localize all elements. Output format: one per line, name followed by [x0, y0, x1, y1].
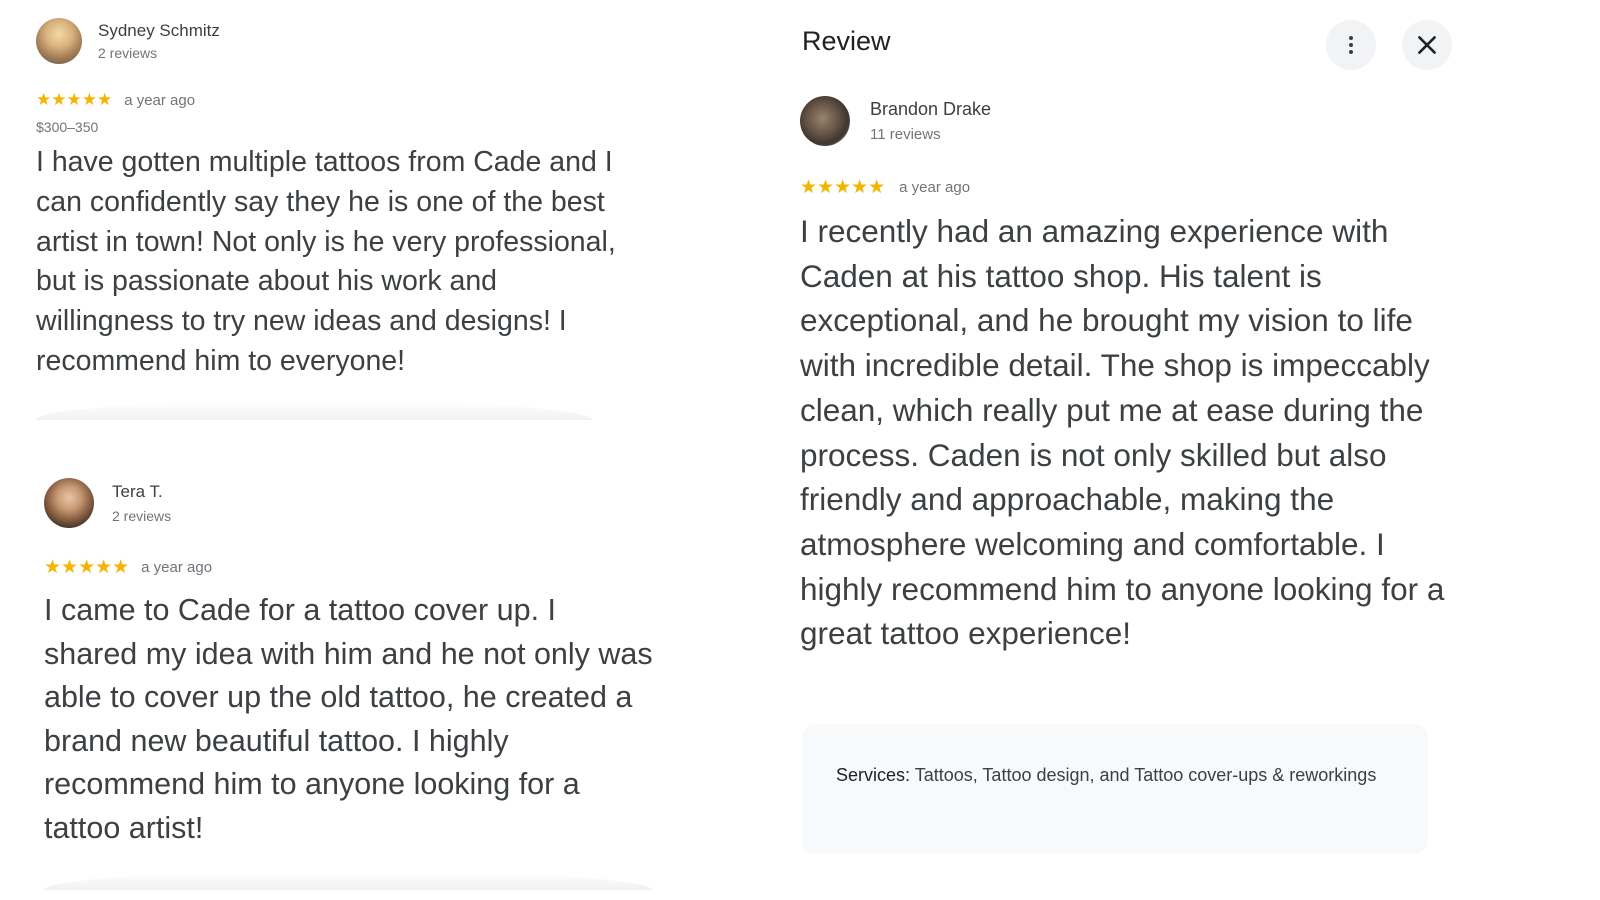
- review-text: I recently had an amazing experience wit…: [800, 213, 1445, 652]
- reviewer-name[interactable]: Sydney Schmitz: [98, 21, 220, 41]
- review-date: a year ago: [124, 91, 196, 109]
- reviewer-review-count: 11 reviews: [870, 126, 941, 143]
- divider: [44, 872, 652, 890]
- review-card[interactable]: Sydney Schmitz 2 reviews ★★★★★ a year ag…: [36, 18, 636, 382]
- panel-title: Review: [802, 26, 891, 56]
- review-text: I came to Cade for a tattoo cover up. I …: [44, 593, 653, 845]
- more-vert-icon: [1349, 36, 1353, 54]
- avatar[interactable]: [44, 478, 94, 528]
- services-label: Services:: [836, 765, 911, 785]
- star-rating: ★★★★★: [36, 90, 113, 109]
- reviewer-header: Tera T. 2 reviews: [44, 478, 664, 528]
- reviewer-meta: Sydney Schmitz 2 reviews: [98, 21, 220, 61]
- star-rating: ★★★★★: [800, 177, 886, 198]
- more-options-button[interactable]: [1326, 20, 1376, 70]
- reviewer-header: Brandon Drake 11 reviews: [800, 96, 1450, 146]
- divider: [36, 402, 592, 420]
- reviews-screen: Sydney Schmitz 2 reviews ★★★★★ a year ag…: [0, 0, 1600, 900]
- reviewer-review-count: 2 reviews: [98, 45, 158, 61]
- reviewer-header: Sydney Schmitz 2 reviews: [36, 18, 636, 64]
- review-date: a year ago: [141, 559, 213, 576]
- avatar[interactable]: [36, 18, 82, 64]
- reviewer-meta: Tera T. 2 reviews: [112, 482, 171, 524]
- review-date: a year ago: [899, 179, 971, 196]
- reviewer-name[interactable]: Tera T.: [112, 482, 171, 502]
- services-value: Tattoos, Tattoo design, and Tattoo cover…: [914, 765, 1377, 785]
- close-button[interactable]: [1402, 20, 1452, 70]
- review-detail-panel: Review Brandon Drake 11 reviews ★★★★★ a …: [800, 18, 1480, 888]
- review-card[interactable]: Tera T. 2 reviews ★★★★★ a year ago I cam…: [44, 478, 664, 851]
- services-box: Services: Tattoos, Tattoo design, and Ta…: [802, 724, 1428, 854]
- avatar[interactable]: [800, 96, 850, 146]
- price-range: $300–350: [36, 119, 99, 135]
- star-rating: ★★★★★: [44, 557, 130, 578]
- review-card: Brandon Drake 11 reviews ★★★★★ a year ag…: [800, 96, 1450, 656]
- rating-row: ★★★★★ a year ago: [800, 176, 1450, 199]
- rating-row: ★★★★★ a year ago: [44, 556, 664, 579]
- reviewer-name[interactable]: Brandon Drake: [870, 99, 991, 120]
- review-text: I have gotten multiple tattoos from Cade…: [36, 146, 616, 377]
- rating-row: ★★★★★ a year ago: [36, 90, 636, 110]
- reviewer-review-count: 2 reviews: [112, 508, 172, 524]
- close-icon: [1418, 36, 1436, 54]
- reviewer-meta: Brandon Drake 11 reviews: [870, 99, 991, 143]
